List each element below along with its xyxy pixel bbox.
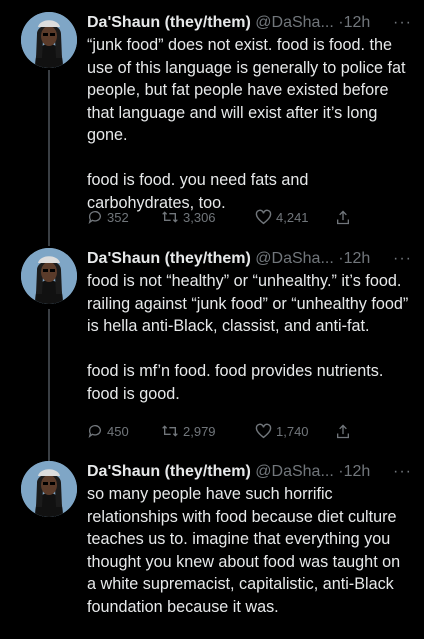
- reply-button[interactable]: 352: [87, 209, 129, 225]
- heart-icon: [255, 209, 272, 225]
- reply-icon: [88, 211, 101, 224]
- like-button[interactable]: 4,241: [255, 209, 309, 225]
- reply-count: 352: [107, 209, 129, 225]
- reply-icon: [88, 425, 101, 438]
- user-handle[interactable]: @DaSha...: [255, 14, 334, 31]
- more-icon[interactable]: ···: [393, 248, 412, 270]
- heart-icon: [255, 423, 272, 439]
- timestamp[interactable]: 12h: [344, 463, 371, 480]
- like-count: 4,241: [276, 209, 309, 225]
- retweet-button[interactable]: 2,979: [161, 423, 216, 439]
- avatar-image: [21, 12, 77, 68]
- reply-count: 450: [107, 423, 129, 439]
- tweet[interactable]: Da'Shaun (they/them) @DaSha... ·12h ··· …: [0, 12, 424, 230]
- share-icon: [337, 424, 349, 438]
- tweet[interactable]: Da'Shaun (they/them) @DaSha... ·12h ··· …: [0, 461, 424, 639]
- tweet-text: food is not “healthy” or “unhealthy.” it…: [87, 272, 409, 403]
- timestamp[interactable]: 12h: [344, 250, 371, 267]
- avatar[interactable]: [21, 12, 77, 68]
- share-button[interactable]: [335, 423, 351, 440]
- tweet-text: so many people have such horrific relati…: [87, 485, 401, 616]
- like-count: 1,740: [276, 423, 309, 439]
- retweet-button[interactable]: 3,306: [161, 209, 216, 225]
- tweet-text: “junk food” does not exist. food is food…: [87, 36, 406, 212]
- avatar[interactable]: [21, 461, 77, 517]
- share-button[interactable]: [335, 209, 351, 226]
- retweet-count: 2,979: [183, 423, 216, 439]
- retweet-icon: [162, 425, 178, 437]
- display-name[interactable]: Da'Shaun (they/them): [87, 463, 251, 480]
- tweet[interactable]: Da'Shaun (they/them) @DaSha... ·12h ··· …: [0, 248, 424, 448]
- like-button[interactable]: 1,740: [255, 423, 309, 439]
- tweet-actions: 450 2,979 1,740: [87, 421, 357, 441]
- tweet-header: Da'Shaun (they/them) @DaSha... ·12h ···: [87, 248, 412, 270]
- timestamp[interactable]: 12h: [344, 14, 371, 31]
- more-icon[interactable]: ···: [393, 12, 412, 34]
- share-icon: [337, 210, 349, 224]
- user-handle[interactable]: @DaSha...: [255, 463, 334, 480]
- tweet-header: Da'Shaun (they/them) @DaSha... ·12h ···: [87, 12, 412, 34]
- retweet-icon: [162, 211, 178, 223]
- retweet-count: 3,306: [183, 209, 216, 225]
- tweet-header: Da'Shaun (they/them) @DaSha... ·12h ···: [87, 461, 412, 483]
- display-name[interactable]: Da'Shaun (they/them): [87, 14, 251, 31]
- reply-button[interactable]: 450: [87, 423, 129, 439]
- avatar-image: [21, 248, 77, 304]
- user-handle[interactable]: @DaSha...: [255, 250, 334, 267]
- avatar-image: [21, 461, 77, 517]
- display-name[interactable]: Da'Shaun (they/them): [87, 250, 251, 267]
- tweet-actions: 352 3,306 4,241: [87, 207, 357, 227]
- more-icon[interactable]: ···: [393, 461, 412, 483]
- avatar[interactable]: [21, 248, 77, 304]
